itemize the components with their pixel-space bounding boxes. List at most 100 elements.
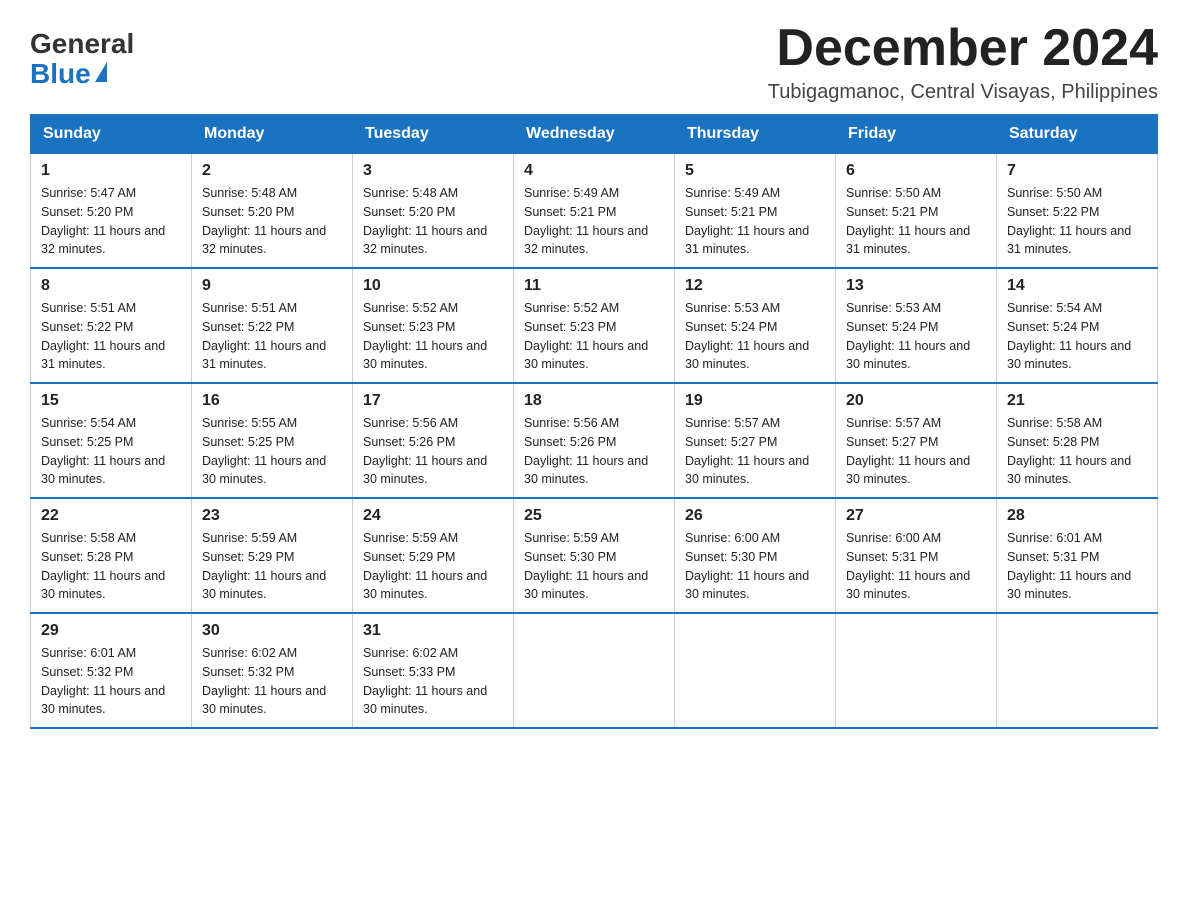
daylight-label: Daylight: 11 hours and 30 minutes.: [363, 454, 487, 487]
sunrise-label: Sunrise: 5:56 AM: [363, 416, 458, 430]
day-info: Sunrise: 5:56 AM Sunset: 5:26 PM Dayligh…: [524, 414, 664, 489]
day-number: 23: [202, 507, 342, 525]
daylight-label: Daylight: 11 hours and 30 minutes.: [41, 569, 165, 602]
calendar-cell: 30 Sunrise: 6:02 AM Sunset: 5:32 PM Dayl…: [192, 613, 353, 728]
day-number: 7: [1007, 162, 1147, 180]
sunrise-label: Sunrise: 6:02 AM: [202, 646, 297, 660]
calendar-cell: 19 Sunrise: 5:57 AM Sunset: 5:27 PM Dayl…: [675, 383, 836, 498]
daylight-label: Daylight: 11 hours and 30 minutes.: [1007, 569, 1131, 602]
daylight-label: Daylight: 11 hours and 31 minutes.: [41, 339, 165, 372]
calendar-cell: 20 Sunrise: 5:57 AM Sunset: 5:27 PM Dayl…: [836, 383, 997, 498]
day-info: Sunrise: 5:59 AM Sunset: 5:29 PM Dayligh…: [363, 529, 503, 604]
day-number: 25: [524, 507, 664, 525]
logo-general-text: General: [30, 30, 134, 58]
day-info: Sunrise: 5:56 AM Sunset: 5:26 PM Dayligh…: [363, 414, 503, 489]
sunrise-label: Sunrise: 6:00 AM: [846, 531, 941, 545]
sunset-label: Sunset: 5:30 PM: [685, 550, 777, 564]
sunset-label: Sunset: 5:31 PM: [1007, 550, 1099, 564]
sunrise-label: Sunrise: 5:49 AM: [685, 186, 780, 200]
sunrise-label: Sunrise: 5:50 AM: [1007, 186, 1102, 200]
daylight-label: Daylight: 11 hours and 30 minutes.: [363, 684, 487, 717]
day-number: 26: [685, 507, 825, 525]
calendar-cell: 6 Sunrise: 5:50 AM Sunset: 5:21 PM Dayli…: [836, 154, 997, 269]
daylight-label: Daylight: 11 hours and 30 minutes.: [685, 569, 809, 602]
daylight-label: Daylight: 11 hours and 30 minutes.: [524, 339, 648, 372]
day-info: Sunrise: 6:01 AM Sunset: 5:32 PM Dayligh…: [41, 644, 181, 719]
sunset-label: Sunset: 5:20 PM: [363, 205, 455, 219]
day-number: 17: [363, 392, 503, 410]
sunset-label: Sunset: 5:22 PM: [1007, 205, 1099, 219]
column-header-monday: Monday: [192, 115, 353, 154]
calendar-cell: 26 Sunrise: 6:00 AM Sunset: 5:30 PM Dayl…: [675, 498, 836, 613]
day-info: Sunrise: 5:59 AM Sunset: 5:30 PM Dayligh…: [524, 529, 664, 604]
day-info: Sunrise: 5:52 AM Sunset: 5:23 PM Dayligh…: [524, 299, 664, 374]
calendar-header-row: SundayMondayTuesdayWednesdayThursdayFrid…: [31, 115, 1158, 154]
day-info: Sunrise: 6:02 AM Sunset: 5:32 PM Dayligh…: [202, 644, 342, 719]
day-info: Sunrise: 5:55 AM Sunset: 5:25 PM Dayligh…: [202, 414, 342, 489]
sunset-label: Sunset: 5:24 PM: [685, 320, 777, 334]
calendar-cell: 23 Sunrise: 5:59 AM Sunset: 5:29 PM Dayl…: [192, 498, 353, 613]
sunrise-label: Sunrise: 5:54 AM: [1007, 301, 1102, 315]
sunset-label: Sunset: 5:21 PM: [524, 205, 616, 219]
daylight-label: Daylight: 11 hours and 30 minutes.: [41, 684, 165, 717]
daylight-label: Daylight: 11 hours and 30 minutes.: [202, 684, 326, 717]
sunset-label: Sunset: 5:28 PM: [41, 550, 133, 564]
day-number: 8: [41, 277, 181, 295]
sunset-label: Sunset: 5:22 PM: [202, 320, 294, 334]
day-info: Sunrise: 5:59 AM Sunset: 5:29 PM Dayligh…: [202, 529, 342, 604]
daylight-label: Daylight: 11 hours and 32 minutes.: [202, 224, 326, 257]
sunrise-label: Sunrise: 6:00 AM: [685, 531, 780, 545]
calendar-week-row: 22 Sunrise: 5:58 AM Sunset: 5:28 PM Dayl…: [31, 498, 1158, 613]
calendar-cell: 28 Sunrise: 6:01 AM Sunset: 5:31 PM Dayl…: [997, 498, 1158, 613]
daylight-label: Daylight: 11 hours and 31 minutes.: [846, 224, 970, 257]
daylight-label: Daylight: 11 hours and 30 minutes.: [524, 454, 648, 487]
sunrise-label: Sunrise: 5:52 AM: [524, 301, 619, 315]
day-number: 3: [363, 162, 503, 180]
sunrise-label: Sunrise: 5:54 AM: [41, 416, 136, 430]
sunset-label: Sunset: 5:27 PM: [846, 435, 938, 449]
sunrise-label: Sunrise: 5:59 AM: [363, 531, 458, 545]
sunset-label: Sunset: 5:30 PM: [524, 550, 616, 564]
sunset-label: Sunset: 5:25 PM: [41, 435, 133, 449]
calendar-cell: 3 Sunrise: 5:48 AM Sunset: 5:20 PM Dayli…: [353, 154, 514, 269]
sunrise-label: Sunrise: 5:51 AM: [41, 301, 136, 315]
sunset-label: Sunset: 5:22 PM: [41, 320, 133, 334]
daylight-label: Daylight: 11 hours and 30 minutes.: [685, 454, 809, 487]
day-info: Sunrise: 5:48 AM Sunset: 5:20 PM Dayligh…: [202, 184, 342, 259]
logo-blue-text: Blue: [30, 58, 107, 90]
calendar-cell: 24 Sunrise: 5:59 AM Sunset: 5:29 PM Dayl…: [353, 498, 514, 613]
sunrise-label: Sunrise: 5:58 AM: [41, 531, 136, 545]
day-number: 16: [202, 392, 342, 410]
header: General Blue December 2024 Tubigagmanoc,…: [30, 20, 1158, 104]
sunset-label: Sunset: 5:20 PM: [41, 205, 133, 219]
sunrise-label: Sunrise: 6:01 AM: [1007, 531, 1102, 545]
calendar-cell: 25 Sunrise: 5:59 AM Sunset: 5:30 PM Dayl…: [514, 498, 675, 613]
calendar-cell: 16 Sunrise: 5:55 AM Sunset: 5:25 PM Dayl…: [192, 383, 353, 498]
daylight-label: Daylight: 11 hours and 30 minutes.: [1007, 339, 1131, 372]
daylight-label: Daylight: 11 hours and 30 minutes.: [846, 339, 970, 372]
calendar-week-row: 15 Sunrise: 5:54 AM Sunset: 5:25 PM Dayl…: [31, 383, 1158, 498]
sunset-label: Sunset: 5:26 PM: [363, 435, 455, 449]
day-number: 18: [524, 392, 664, 410]
daylight-label: Daylight: 11 hours and 31 minutes.: [685, 224, 809, 257]
calendar-cell: [997, 613, 1158, 728]
calendar-week-row: 29 Sunrise: 6:01 AM Sunset: 5:32 PM Dayl…: [31, 613, 1158, 728]
day-info: Sunrise: 5:54 AM Sunset: 5:24 PM Dayligh…: [1007, 299, 1147, 374]
day-number: 30: [202, 622, 342, 640]
day-info: Sunrise: 5:58 AM Sunset: 5:28 PM Dayligh…: [1007, 414, 1147, 489]
sunrise-label: Sunrise: 6:01 AM: [41, 646, 136, 660]
sunrise-label: Sunrise: 5:53 AM: [685, 301, 780, 315]
calendar-cell: 17 Sunrise: 5:56 AM Sunset: 5:26 PM Dayl…: [353, 383, 514, 498]
calendar-cell: 10 Sunrise: 5:52 AM Sunset: 5:23 PM Dayl…: [353, 268, 514, 383]
sunrise-label: Sunrise: 5:48 AM: [202, 186, 297, 200]
calendar-cell: 5 Sunrise: 5:49 AM Sunset: 5:21 PM Dayli…: [675, 154, 836, 269]
sunrise-label: Sunrise: 5:57 AM: [846, 416, 941, 430]
sunrise-label: Sunrise: 5:48 AM: [363, 186, 458, 200]
sunrise-label: Sunrise: 5:59 AM: [202, 531, 297, 545]
day-number: 31: [363, 622, 503, 640]
day-info: Sunrise: 5:53 AM Sunset: 5:24 PM Dayligh…: [846, 299, 986, 374]
sunset-label: Sunset: 5:24 PM: [846, 320, 938, 334]
day-number: 10: [363, 277, 503, 295]
day-info: Sunrise: 5:50 AM Sunset: 5:22 PM Dayligh…: [1007, 184, 1147, 259]
day-info: Sunrise: 5:51 AM Sunset: 5:22 PM Dayligh…: [41, 299, 181, 374]
